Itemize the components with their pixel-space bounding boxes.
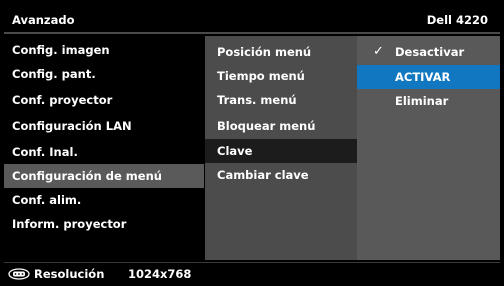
status-bar: Resolución 1024x768	[4, 262, 500, 285]
main-menu-item-config-pant[interactable]: Config. pant.	[4, 62, 204, 86]
submenu-item-clave[interactable]: Clave	[205, 139, 357, 163]
submenu-item-label: Bloquear menú	[217, 119, 316, 133]
submenu: Posición menú Tiempo menú Trans. menú Bl…	[205, 36, 357, 260]
option-eliminar[interactable]: Eliminar	[357, 89, 500, 113]
options-panel: ✓ Desactivar ACTIVAR Eliminar	[357, 36, 500, 260]
main-menu-item-conf-proyector[interactable]: Conf. proyector	[4, 88, 204, 112]
main-menu-item-conf-inal[interactable]: Conf. Inal.	[4, 140, 204, 164]
submenu-item-label: Clave	[217, 144, 253, 158]
main-menu: Config. imagen Config. pant. Conf. proye…	[4, 36, 204, 260]
option-activar[interactable]: ACTIVAR	[357, 65, 500, 89]
main-menu-item-label: Configuración LAN	[12, 119, 132, 133]
main-menu-item-label: Configuración de menú	[12, 169, 162, 183]
resolution-label: Resolución	[34, 267, 105, 281]
main-menu-item-label: Conf. proyector	[12, 93, 113, 107]
main-menu-item-config-imagen[interactable]: Config. imagen	[4, 38, 204, 62]
main-menu-item-configuracion-de-menu[interactable]: Configuración de menú	[4, 164, 204, 188]
submenu-item-tiempo-menu[interactable]: Tiempo menú	[205, 64, 357, 88]
submenu-item-label: Trans. menú	[217, 93, 297, 107]
submenu-item-label: Posición menú	[217, 45, 312, 59]
submenu-item-label: Cambiar clave	[217, 168, 309, 182]
submenu-item-bloquear-menu[interactable]: Bloquear menú	[205, 114, 357, 138]
osd-menu: Avanzado Dell 4220 Config. imagen Config…	[0, 0, 504, 286]
main-menu-item-inform-proyector[interactable]: Inform. proyector	[4, 212, 204, 236]
submenu-item-posicion-menu[interactable]: Posición menú	[205, 40, 357, 64]
main-menu-item-label: Config. pant.	[12, 67, 96, 81]
projector-model: Dell 4220	[426, 13, 488, 27]
main-menu-item-label: Inform. proyector	[12, 217, 127, 231]
submenu-item-trans-menu[interactable]: Trans. menú	[205, 88, 357, 112]
submenu-item-cambiar-clave[interactable]: Cambiar clave	[205, 163, 357, 187]
menu-header: Avanzado Dell 4220	[4, 8, 500, 34]
main-menu-item-label: Conf. alim.	[12, 193, 82, 207]
menu-title: Avanzado	[12, 13, 75, 27]
option-label: ACTIVAR	[395, 70, 451, 84]
main-menu-item-conf-alim[interactable]: Conf. alim.	[4, 188, 204, 212]
option-desactivar[interactable]: ✓ Desactivar	[357, 40, 500, 64]
option-label: Desactivar	[395, 45, 465, 59]
checkmark-icon: ✓	[373, 44, 384, 59]
main-menu-item-configuracion-lan[interactable]: Configuración LAN	[4, 114, 204, 138]
submenu-item-label: Tiempo menú	[217, 69, 305, 83]
resolution-value: 1024x768	[128, 267, 192, 281]
option-label: Eliminar	[395, 94, 449, 108]
main-menu-item-label: Config. imagen	[12, 43, 110, 57]
main-menu-item-label: Conf. Inal.	[12, 145, 78, 159]
vga-input-icon	[8, 268, 30, 280]
